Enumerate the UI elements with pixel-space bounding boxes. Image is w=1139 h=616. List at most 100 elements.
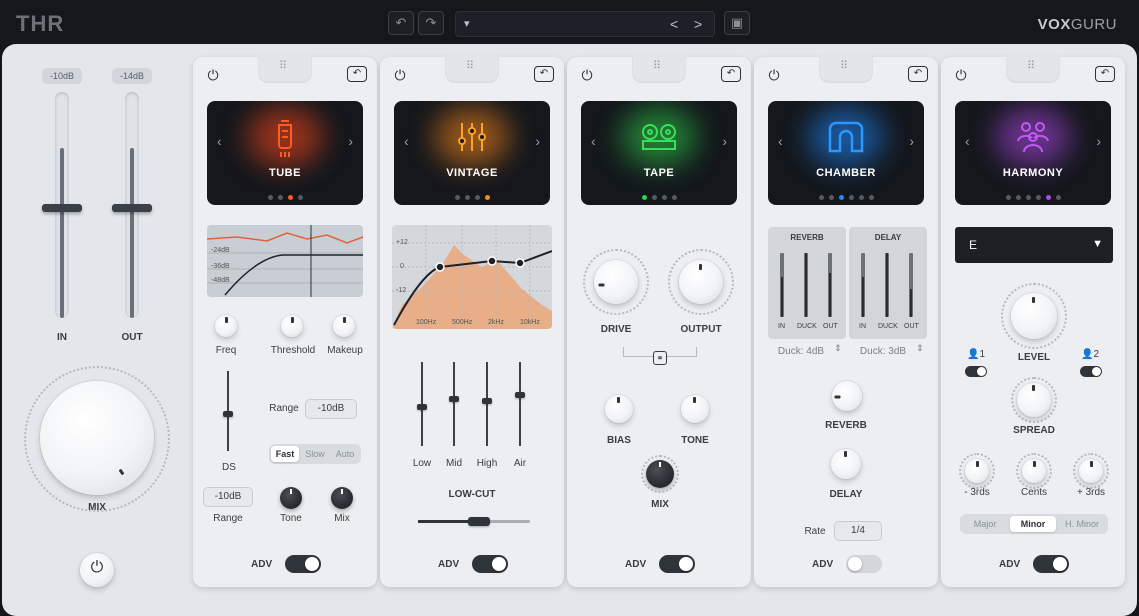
makeup-label: Makeup bbox=[327, 345, 363, 356]
link-icon[interactable]: ⚭ bbox=[653, 351, 667, 365]
speed-slow-option[interactable]: Slow bbox=[301, 446, 329, 462]
person-icon: 👤 bbox=[967, 349, 980, 360]
adv-toggle[interactable] bbox=[846, 555, 882, 573]
person-icon: 👤 bbox=[1081, 349, 1094, 360]
voxguru-brand: VOXGURU bbox=[1037, 16, 1117, 33]
range2-selector[interactable]: -10dB bbox=[203, 487, 253, 507]
scale-selector: Major Minor H. Minor bbox=[960, 514, 1108, 534]
tone-knob[interactable] bbox=[681, 395, 709, 423]
voice1-toggle[interactable] bbox=[965, 366, 987, 377]
reset-button[interactable]: ↶ bbox=[534, 66, 554, 82]
power-icon[interactable]: ⏻ bbox=[766, 67, 782, 83]
plus-3rds-label: + 3rds bbox=[1076, 487, 1106, 498]
preset-prev-button[interactable]: < bbox=[670, 16, 678, 32]
drag-handle[interactable] bbox=[819, 55, 873, 83]
reverb-duck-meter[interactable] bbox=[804, 253, 808, 317]
reset-button[interactable]: ↶ bbox=[347, 66, 367, 82]
freq-knob[interactable] bbox=[215, 315, 237, 337]
freq-label: Freq bbox=[215, 345, 237, 356]
adv-label: ADV bbox=[812, 559, 834, 570]
lowcut-slider[interactable] bbox=[418, 517, 530, 526]
makeup-knob[interactable] bbox=[333, 315, 355, 337]
range-selector[interactable]: -10dB bbox=[305, 399, 357, 419]
mix-knob-tape[interactable] bbox=[646, 460, 674, 488]
low-slider[interactable] bbox=[417, 362, 427, 446]
preset-next-button[interactable]: > bbox=[694, 16, 702, 32]
level-knob[interactable] bbox=[1011, 293, 1057, 339]
delay-duck-stepper-icon[interactable]: ⇕ bbox=[916, 343, 924, 354]
key-selector[interactable]: E ▼ bbox=[955, 227, 1113, 263]
cents-knob[interactable] bbox=[1022, 459, 1046, 483]
mid-slider[interactable] bbox=[449, 362, 459, 446]
tube-module: ⏻ ↶ ‹ › TUBE -24dB -36dB -48dB Freq Thre… bbox=[193, 55, 377, 587]
delay-label: DELAY bbox=[829, 489, 863, 500]
delay-duck-value[interactable]: Duck: 3dB bbox=[850, 346, 916, 357]
preset-dropdown-icon[interactable]: ▾ bbox=[464, 17, 470, 30]
minus-3rds-knob[interactable] bbox=[965, 459, 989, 483]
reset-button[interactable]: ↶ bbox=[908, 66, 928, 82]
reset-button[interactable]: ↶ bbox=[721, 66, 741, 82]
ds-slider[interactable] bbox=[223, 371, 233, 451]
adv-toggle[interactable] bbox=[285, 555, 321, 573]
power-icon[interactable]: ⏻ bbox=[953, 67, 969, 83]
delay-knob[interactable] bbox=[831, 449, 861, 479]
save-button[interactable]: ▣ bbox=[724, 11, 750, 35]
adv-control: ADV bbox=[812, 555, 892, 575]
chevron-down-icon: ▼ bbox=[1092, 238, 1103, 250]
delay-header: DELAY bbox=[874, 233, 902, 242]
reverb-knob[interactable] bbox=[832, 381, 862, 411]
adv-toggle[interactable] bbox=[659, 555, 695, 573]
module-name: VINTAGE bbox=[446, 167, 498, 179]
tone-knob[interactable] bbox=[280, 487, 302, 509]
high-slider[interactable] bbox=[482, 362, 492, 446]
air-slider[interactable] bbox=[515, 362, 525, 446]
drag-handle[interactable] bbox=[1006, 55, 1060, 83]
threshold-knob[interactable] bbox=[281, 315, 303, 337]
choir-icon bbox=[955, 119, 1111, 160]
speed-auto-option[interactable]: Auto bbox=[331, 446, 359, 462]
output-label: OUTPUT bbox=[680, 324, 722, 335]
reset-button[interactable]: ↶ bbox=[1095, 66, 1115, 82]
adv-toggle[interactable] bbox=[472, 555, 508, 573]
output-knob[interactable] bbox=[679, 260, 723, 304]
delay-duck-meter[interactable] bbox=[885, 253, 889, 317]
adv-control: ADV bbox=[251, 555, 331, 575]
plus-3rds-knob[interactable] bbox=[1079, 459, 1103, 483]
bias-knob[interactable] bbox=[605, 395, 633, 423]
out-fader-handle[interactable] bbox=[112, 204, 152, 212]
lowcut-handle[interactable] bbox=[468, 517, 490, 526]
speed-fast-option[interactable]: Fast bbox=[271, 446, 299, 462]
scale-major-option[interactable]: Major bbox=[962, 516, 1008, 532]
redo-button[interactable]: ↷ bbox=[418, 11, 444, 35]
reverb-duck-stepper-icon[interactable]: ⇕ bbox=[834, 343, 842, 354]
adv-toggle[interactable] bbox=[1033, 555, 1069, 573]
in-label: IN bbox=[57, 332, 67, 343]
voice1-indicator: 👤1 bbox=[967, 349, 986, 360]
reverb-duck-value[interactable]: Duck: 4dB bbox=[768, 346, 834, 357]
scale-minor-option[interactable]: Minor bbox=[1010, 516, 1056, 532]
mix-knob[interactable] bbox=[40, 381, 154, 495]
drag-handle[interactable] bbox=[632, 55, 686, 83]
harmony-display: ‹ › HARMONY bbox=[955, 101, 1111, 205]
in-fader-handle[interactable] bbox=[42, 204, 82, 212]
range-label: Range bbox=[269, 403, 299, 414]
drag-handle[interactable] bbox=[258, 55, 312, 83]
power-icon[interactable]: ⏻ bbox=[205, 67, 221, 83]
module-name: CHAMBER bbox=[816, 167, 876, 179]
eq-graph[interactable]: +12 0 -12 100Hz 500Hz 2kHz 10kHz bbox=[392, 225, 552, 329]
rate-selector[interactable]: 1/4 bbox=[834, 521, 882, 541]
power-icon[interactable]: ⏻ bbox=[392, 67, 408, 83]
spread-knob[interactable] bbox=[1017, 383, 1051, 417]
module-name: TAPE bbox=[643, 167, 675, 179]
type-dots bbox=[581, 187, 737, 205]
drag-handle[interactable] bbox=[445, 55, 499, 83]
drive-knob[interactable] bbox=[594, 260, 638, 304]
preset-selector[interactable]: ▾ < > bbox=[455, 11, 715, 37]
out-level-readout: -14dB bbox=[112, 68, 152, 84]
power-icon[interactable]: ⏻ bbox=[579, 67, 595, 83]
master-power-button[interactable]: ⏻ bbox=[80, 553, 114, 587]
voice2-toggle[interactable] bbox=[1080, 366, 1102, 377]
scale-hminor-option[interactable]: H. Minor bbox=[1058, 516, 1106, 532]
mix-knob-tube[interactable] bbox=[331, 487, 353, 509]
undo-button[interactable]: ↶ bbox=[388, 11, 414, 35]
